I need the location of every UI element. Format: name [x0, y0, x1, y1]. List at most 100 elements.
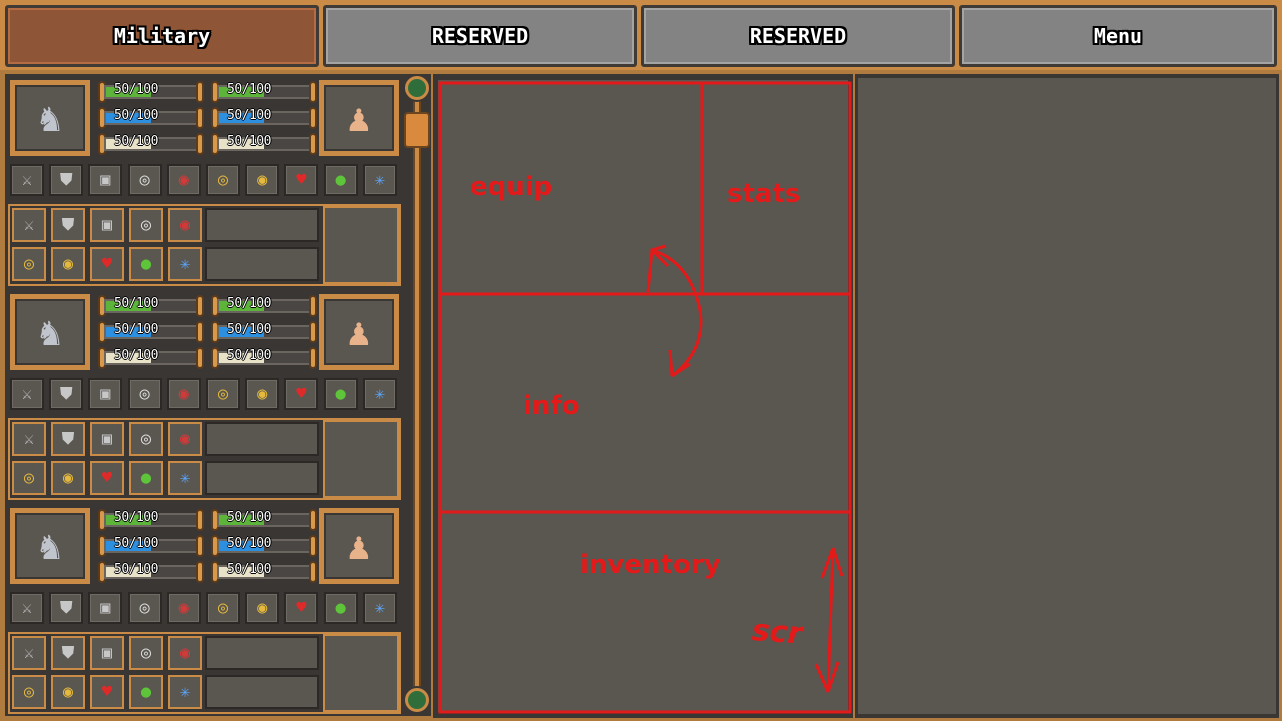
scroll-up-button[interactable]	[405, 76, 429, 100]
assigned-item-slot[interactable]: ♥	[90, 675, 124, 709]
unit-extra-slot[interactable]	[323, 206, 399, 284]
equipment-slot[interactable]: ⛊	[49, 164, 84, 196]
assigned-item-slot[interactable]: ◎	[12, 675, 46, 709]
equipment-slot[interactable]: ♥	[284, 378, 319, 410]
assigned-item-slot[interactable]: ●	[129, 247, 163, 281]
scroll-rail[interactable]	[413, 98, 421, 692]
assigned-item-slot[interactable]: ♥	[90, 247, 124, 281]
unit-extra-slot[interactable]	[323, 420, 399, 498]
unit-list[interactable]: ♞ 50/100 50/100 50/100 50/100 50/100 50/100 ♟ ⚔ ⛊…	[5, 74, 403, 716]
recruit-portrait[interactable]: ♟	[317, 292, 401, 372]
assigned-item-slot[interactable]: ⚔	[12, 636, 46, 670]
assigned-item-slot[interactable]: ◉	[168, 636, 202, 670]
equipment-slot[interactable]: ◉	[245, 378, 280, 410]
wand-icon: ✳	[179, 468, 191, 488]
assigned-item-slot[interactable]: ◎	[129, 422, 163, 456]
equipment-slot[interactable]: ◉	[245, 592, 280, 624]
assigned-item-slot[interactable]: ◉	[51, 675, 85, 709]
assigned-item-slot[interactable]: ▣	[90, 636, 124, 670]
equipment-slot[interactable]: ◉	[166, 378, 201, 410]
equipment-slot[interactable]: ◎	[206, 378, 240, 410]
armor-icon: ▣	[100, 169, 111, 190]
assigned-item-slot[interactable]: ⚔	[12, 422, 46, 456]
assigned-item-slot[interactable]: ◉	[51, 247, 85, 281]
assigned-item-slot[interactable]: ◎	[12, 247, 46, 281]
apple-icon: ●	[335, 383, 346, 404]
assigned-item-slot[interactable]: ●	[129, 675, 163, 709]
equipment-slot[interactable]: ●	[323, 378, 358, 410]
bar-cap-right	[196, 133, 204, 155]
bar-cap-right	[196, 81, 204, 103]
bar-value-text: 50/100	[114, 108, 158, 123]
equipment-slot[interactable]: ✳	[362, 592, 397, 624]
assigned-item-slot[interactable]: ◉	[168, 208, 202, 242]
equipment-slot[interactable]: ◉	[166, 592, 201, 624]
unit-card[interactable]: ♞ 50/100 50/100 50/100 50/100 50/100 50/100 ♟ ⚔ ⛊…	[8, 292, 401, 504]
assigned-item-slot[interactable]: ◎	[129, 208, 163, 242]
knight-portrait[interactable]: ♞	[8, 292, 92, 372]
equipment-slot[interactable]: ◎	[127, 164, 162, 196]
assigned-items-area: ⚔ ⛊ ▣ ◎ ◉ ◎ ◉ ♥ ● ✳	[8, 204, 401, 286]
assigned-item-slot[interactable]: ⛊	[51, 208, 85, 242]
equipment-slot[interactable]: ⚔	[10, 378, 44, 410]
equipment-slot[interactable]: ◎	[206, 164, 240, 196]
assigned-item-slot[interactable]: ✳	[168, 461, 202, 495]
assigned-item-slot[interactable]: ♥	[90, 461, 124, 495]
tab-reserved-2[interactable]: RESERVED	[641, 5, 955, 67]
unit-list-scrollbar[interactable]	[403, 74, 431, 716]
equipment-slot[interactable]: ⛊	[49, 378, 84, 410]
assigned-item-slot[interactable]: ▣	[90, 422, 124, 456]
armor-icon: ▣	[101, 215, 113, 235]
knight-portrait[interactable]: ♞	[8, 78, 92, 158]
equipment-slot[interactable]: ⚔	[10, 164, 44, 196]
equipment-slot[interactable]: ▣	[88, 592, 123, 624]
tab-menu[interactable]: Menu	[959, 5, 1277, 67]
tab-reserved-1[interactable]: RESERVED	[323, 5, 637, 67]
bar-cap-right	[309, 81, 317, 103]
equipment-slot[interactable]: ✳	[362, 164, 397, 196]
tab-military[interactable]: Military	[5, 5, 319, 67]
ruby-ring-icon: ◉	[179, 215, 191, 235]
equipment-slot[interactable]: ⛊	[49, 592, 84, 624]
knight-portrait[interactable]: ♞	[8, 506, 92, 586]
equipment-slot[interactable]: ●	[323, 164, 358, 196]
equipment-slot[interactable]: ◎	[127, 378, 162, 410]
equipment-slot[interactable]: ●	[323, 592, 358, 624]
equipment-slot[interactable]: ▣	[88, 164, 123, 196]
unit-card[interactable]: ♞ 50/100 50/100 50/100 50/100 50/100 50/100 ♟ ⚔ ⛊…	[8, 506, 401, 718]
equipment-slot[interactable]: ♥	[284, 164, 319, 196]
assigned-item-slot[interactable]: ⚔	[12, 208, 46, 242]
equipment-slot[interactable]: ♥	[284, 592, 319, 624]
assigned-item-slot[interactable]: ⛊	[51, 422, 85, 456]
equipment-slot[interactable]: ✳	[362, 378, 397, 410]
bar-cap-right	[309, 133, 317, 155]
unit-extra-slot[interactable]	[323, 634, 399, 712]
equipment-slot[interactable]: ◎	[127, 592, 162, 624]
assigned-item-slot[interactable]: ◉	[168, 422, 202, 456]
scroll-down-button[interactable]	[405, 688, 429, 712]
assigned-item-slot[interactable]: ◉	[51, 461, 85, 495]
assigned-item-slot[interactable]: ◎	[129, 636, 163, 670]
scroll-thumb[interactable]	[404, 112, 430, 148]
equipment-slot[interactable]: ◎	[206, 592, 240, 624]
silver-ring-icon: ◎	[139, 169, 150, 190]
stat-bar: 50/100	[211, 133, 317, 155]
stat-bar: 50/100	[98, 347, 204, 369]
equipment-slot[interactable]: ◉	[245, 164, 280, 196]
unit-card[interactable]: ♞ 50/100 50/100 50/100 50/100 50/100 50/100 ♟ ⚔ ⛊…	[8, 78, 401, 290]
silver-ring-icon: ◎	[140, 429, 152, 449]
assigned-item-slot[interactable]: ⛊	[51, 636, 85, 670]
bar-value-text: 50/100	[227, 322, 271, 337]
recruit-portrait[interactable]: ♟	[317, 506, 401, 586]
equipment-slot[interactable]: ▣	[88, 378, 123, 410]
recruit-portrait[interactable]: ♟	[317, 78, 401, 158]
assigned-item-slot[interactable]: ✳	[168, 247, 202, 281]
assigned-item-slot[interactable]: ●	[129, 461, 163, 495]
equipment-slot[interactable]: ⚔	[10, 592, 44, 624]
armor-icon: ▣	[101, 643, 113, 663]
assigned-item-slot[interactable]: ◎	[12, 461, 46, 495]
assigned-item-slot[interactable]: ✳	[168, 675, 202, 709]
equipment-slot[interactable]: ◉	[166, 164, 201, 196]
assigned-item-slot[interactable]: ▣	[90, 208, 124, 242]
shield-icon: ⛊	[61, 429, 75, 449]
